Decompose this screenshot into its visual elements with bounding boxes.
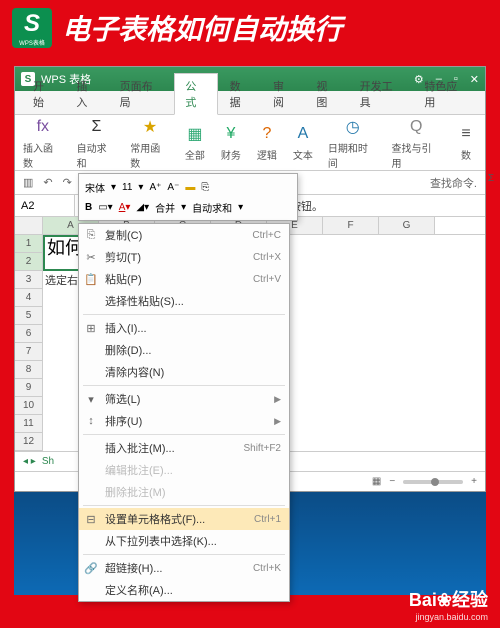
font-size[interactable]: 11 <box>122 182 132 193</box>
menu-定义名称(A)...[interactable]: 定义名称(A)... <box>79 579 289 601</box>
ribbon-财务[interactable]: ¥财务 <box>220 123 242 162</box>
row-header-12[interactable]: 12 <box>15 433 43 451</box>
highlight-icon[interactable]: ◢▾ <box>136 202 149 213</box>
menu-复制(C)[interactable]: ⎘复制(C)Ctrl+C <box>79 224 289 246</box>
undo-icon[interactable]: ↶ <box>43 176 52 189</box>
zoom-out[interactable]: − <box>389 476 395 487</box>
menu-排序(U)[interactable]: ↕排序(U)▶ <box>79 410 289 432</box>
ribbon-插入函数[interactable]: fx插入函数 <box>23 116 63 170</box>
tab-开始[interactable]: 开始 <box>23 74 64 114</box>
row-header-11[interactable]: 11 <box>15 415 43 433</box>
menu-插入批注(M)...[interactable]: 插入批注(M)...Shift+F2 <box>79 437 289 459</box>
zoom-slider[interactable] <box>403 480 463 484</box>
menu-超链接(H)...[interactable]: 🔗超链接(H)...Ctrl+K <box>79 557 289 579</box>
format-painter-icon[interactable]: ⎘ <box>201 182 209 193</box>
menu-删除(D)...[interactable]: 删除(D)... <box>79 339 289 361</box>
ribbon-tabs: 开始插入页面布局公式数据审阅视图开发工具特色应用 <box>15 91 485 115</box>
decrease-font[interactable]: A⁻ <box>167 182 179 193</box>
ribbon: fx插入函数 Σ自动求和 ★常用函数 ▦全部 ¥财务 ?逻辑 A文本 ◷日期和时间 Q查找与引用… <box>15 115 485 171</box>
redo-icon[interactable]: ↷ <box>63 176 72 189</box>
ribbon-数[interactable]: ≡数 <box>455 123 477 162</box>
zoom-in[interactable]: + <box>471 476 477 487</box>
sigma-icon[interactable]: Σ <box>488 173 494 184</box>
wps-logo: S WPS表格 <box>12 8 52 48</box>
tab-视图[interactable]: 视图 <box>306 74 347 114</box>
tab-插入[interactable]: 插入 <box>66 74 107 114</box>
back-icon[interactable]: ▥ <box>23 176 33 189</box>
row-header-5[interactable]: 5 <box>15 307 43 325</box>
tab-特色应用[interactable]: 特色应用 <box>414 74 477 114</box>
row-header-7[interactable]: 7 <box>15 343 43 361</box>
ribbon-逻辑[interactable]: ?逻辑 <box>256 123 278 162</box>
row-header-1[interactable]: 1 <box>15 235 43 253</box>
tab-页面布局[interactable]: 页面布局 <box>110 74 173 114</box>
ribbon-查找与引用[interactable]: Q查找与引用 <box>391 116 441 170</box>
fill-color-icon[interactable]: ▬ <box>185 182 195 193</box>
row-header-10[interactable]: 10 <box>15 397 43 415</box>
tab-公式[interactable]: 公式 <box>174 73 217 115</box>
menu-设置单元格格式(F)...[interactable]: ⊟设置单元格格式(F)...Ctrl+1 <box>79 508 289 530</box>
ribbon-常用函数[interactable]: ★常用函数 <box>130 116 170 170</box>
tab-开发工具[interactable]: 开发工具 <box>350 74 413 114</box>
banner-title: 电子表格如何自动换行 <box>62 8 342 48</box>
border-icon[interactable]: ▭▾ <box>98 202 112 213</box>
row-header-6[interactable]: 6 <box>15 325 43 343</box>
ribbon-文本[interactable]: A文本 <box>292 123 314 162</box>
increase-font[interactable]: A⁺ <box>149 182 161 193</box>
tab-审阅[interactable]: 审阅 <box>263 74 304 114</box>
merge-button[interactable]: 合并 <box>155 200 175 215</box>
name-box[interactable]: A2 <box>15 195 75 216</box>
ribbon-日期和时间[interactable]: ◷日期和时间 <box>328 116 378 170</box>
bold-button[interactable]: B <box>85 202 92 213</box>
font-select[interactable]: 宋体 <box>85 180 105 195</box>
col-header-G[interactable]: G <box>379 217 435 234</box>
menu-插入(I)...[interactable]: ⊞插入(I)... <box>79 317 289 339</box>
row-header-8[interactable]: 8 <box>15 361 43 379</box>
menu-从下拉列表中选择(K)...[interactable]: 从下拉列表中选择(K)... <box>79 530 289 552</box>
tab-数据[interactable]: 数据 <box>220 74 261 114</box>
autosum-popup: Σ <box>488 173 494 184</box>
row-header-2[interactable]: 2 <box>15 253 43 271</box>
autosum-button[interactable]: 自动求和 <box>192 200 232 215</box>
menu-筛选(L)[interactable]: ▾筛选(L)▶ <box>79 388 289 410</box>
menu-剪切(T)[interactable]: ✂剪切(T)Ctrl+X <box>79 246 289 268</box>
row-header-9[interactable]: 9 <box>15 379 43 397</box>
mini-toolbar: 宋体▾ 11▾ A⁺ A⁻ ▬ ⎘ B ▭▾ A▾ ◢▾ 合并▾ 自动求和▾ <box>78 173 298 221</box>
menu-删除批注(M): 删除批注(M) <box>79 481 289 503</box>
view-icon[interactable]: ▦ <box>372 476 381 487</box>
row-header-3[interactable]: 3 <box>15 271 43 289</box>
context-menu: ⎘复制(C)Ctrl+C✂剪切(T)Ctrl+X📋粘贴(P)Ctrl+V选择性粘… <box>78 223 290 602</box>
menu-粘贴(P)[interactable]: 📋粘贴(P)Ctrl+V <box>79 268 289 290</box>
menu-选择性粘贴(S)...[interactable]: 选择性粘贴(S)... <box>79 290 289 312</box>
ribbon-全部[interactable]: ▦全部 <box>184 123 206 162</box>
font-color-icon[interactable]: A▾ <box>119 202 131 213</box>
menu-编辑批注(E)...: 编辑批注(E)... <box>79 459 289 481</box>
menu-清除内容(N)[interactable]: 清除内容(N) <box>79 361 289 383</box>
row-header-4[interactable]: 4 <box>15 289 43 307</box>
find-command[interactable]: 查找命令. <box>430 175 477 191</box>
watermark: Bai❀经验 jingyan.baidu.com <box>409 586 488 622</box>
ribbon-自动求和[interactable]: Σ自动求和 <box>77 116 117 170</box>
col-header-F[interactable]: F <box>323 217 379 234</box>
